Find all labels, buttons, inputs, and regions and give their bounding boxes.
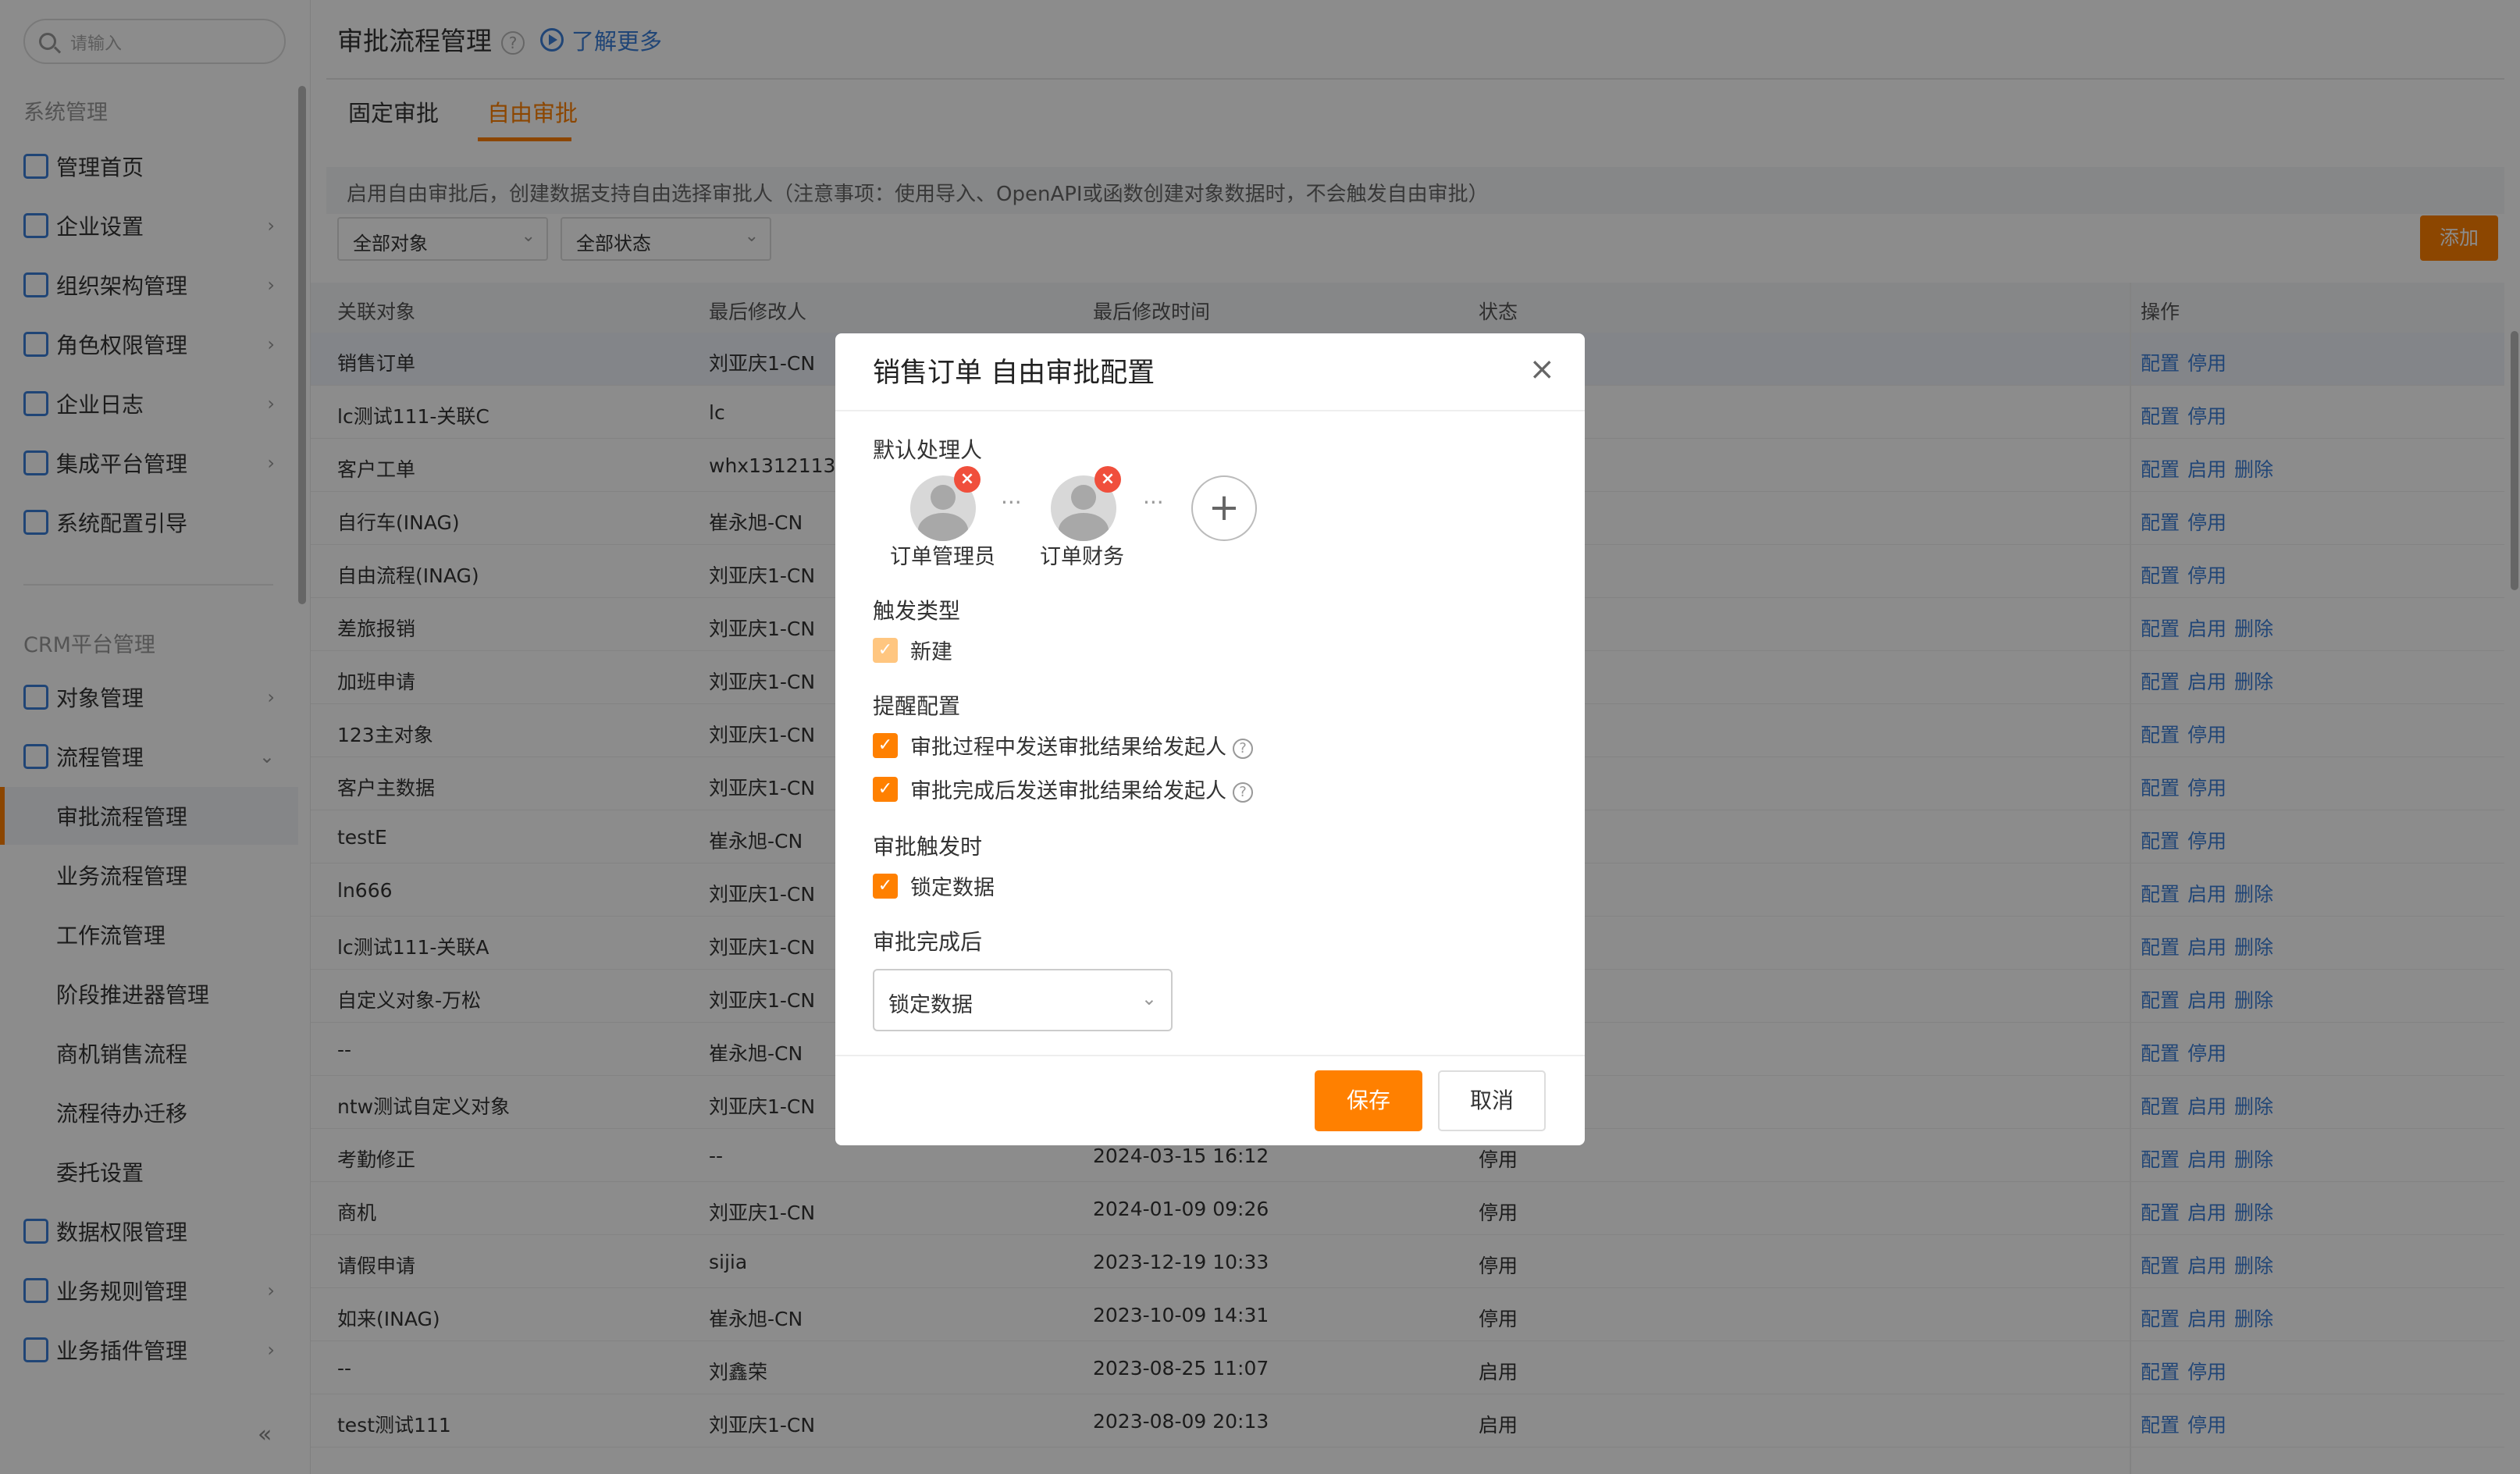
lock-data-checkbox[interactable]: ✓ [873,874,898,899]
default-handler-label: 默认处理人 [873,437,983,463]
reminder-during-checkbox[interactable]: ✓ [873,733,898,758]
after-complete-select[interactable]: 锁定数据 ⌄ [873,969,1173,1031]
dialog-footer-divider [835,1055,1585,1056]
add-approver-button[interactable]: + [1191,475,1257,541]
approver-name: 订单管理员 [890,545,995,569]
on-trigger-label: 审批触发时 [873,834,983,860]
free-approval-config-dialog: 销售订单 自由审批配置 × 默认处理人 × 订单管理员 ··· × 订单财务 ·… [835,333,1585,1145]
cancel-button[interactable]: 取消 [1438,1070,1546,1131]
reminder-after-label: 审批完成后发送审批结果给发起人? [910,774,1253,804]
chevron-down-icon: ⌄ [1141,988,1157,1009]
help-icon[interactable]: ? [1233,782,1253,803]
reminder-after-checkbox[interactable]: ✓ [873,777,898,802]
more-dots: ··· [1001,490,1022,515]
dialog-header-divider [835,410,1585,411]
save-button[interactable]: 保存 [1315,1070,1422,1131]
trigger-new-label: 新建 [910,640,952,664]
more-dots: ··· [1143,490,1164,515]
after-complete-label: 审批完成后 [873,929,983,955]
remove-approver-icon[interactable]: × [1094,466,1121,493]
close-icon[interactable]: × [1529,354,1555,385]
reminder-during-label: 审批过程中发送审批结果给发起人? [910,730,1253,760]
trigger-type-label: 触发类型 [873,598,961,624]
reminder-config-label: 提醒配置 [873,693,961,719]
remove-approver-icon[interactable]: × [954,466,981,493]
dialog-title: 销售订单 自由审批配置 [873,358,1155,389]
help-icon[interactable]: ? [1233,738,1253,759]
approver-name: 订单财务 [1040,545,1124,569]
lock-data-label: 锁定数据 [910,876,995,900]
trigger-new-checkbox: ✓ [873,638,898,663]
